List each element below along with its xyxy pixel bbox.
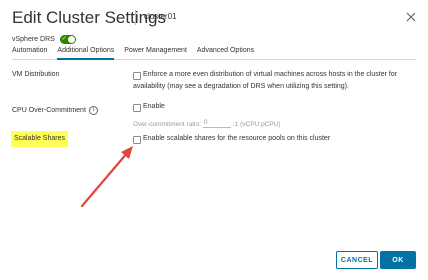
edit-cluster-settings-dialog: Edit Cluster Settings cluster01 vSphere … xyxy=(0,0,428,280)
cancel-button[interactable]: CANCEL xyxy=(336,251,378,269)
ok-button[interactable]: OK xyxy=(380,251,416,269)
annotation-arrow xyxy=(80,146,133,208)
